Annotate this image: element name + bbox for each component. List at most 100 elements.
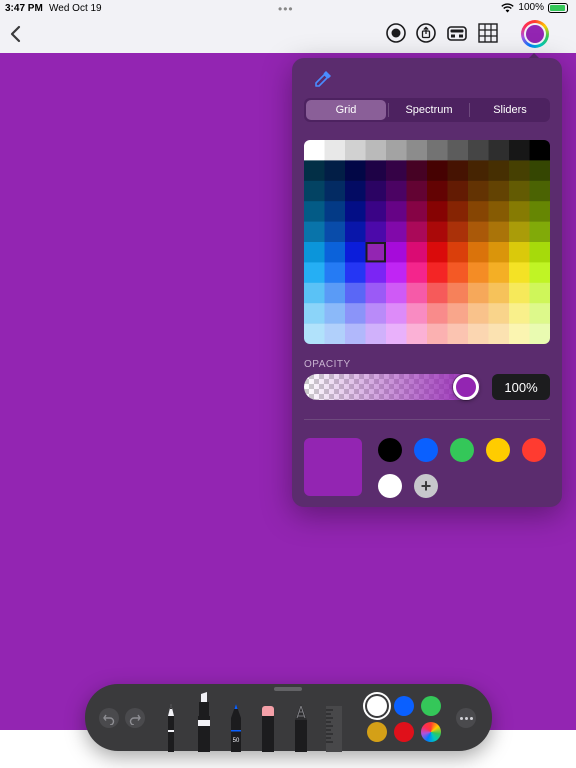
color-grid-cell[interactable] [406,221,428,243]
color-grid-cell[interactable] [447,140,469,161]
color-grid-cell[interactable] [386,323,407,344]
color-grid-cell[interactable] [365,180,387,202]
color-grid-cell[interactable] [386,282,407,304]
color-grid-cell[interactable] [365,262,387,284]
color-grid-cell[interactable] [324,140,346,161]
color-grid-cell[interactable] [386,140,407,161]
color-grid-cell[interactable] [324,323,346,344]
redo-icon[interactable] [125,708,145,728]
color-grid-cell[interactable] [304,140,325,161]
color-grid-cell[interactable] [468,201,489,222]
color-grid-cell[interactable] [427,160,448,182]
color-grid-cell[interactable] [529,160,551,182]
eyedropper-icon[interactable] [312,68,334,90]
color-grid-cell[interactable] [447,262,469,284]
saved-color-swatch[interactable] [486,438,510,462]
color-grid-cell[interactable] [304,262,325,284]
color-grid-cell[interactable] [509,221,530,243]
color-grid-cell[interactable] [345,282,366,304]
color-grid-cell[interactable] [529,282,551,304]
color-grid-cell[interactable] [427,201,448,222]
ruler-icon[interactable] [323,692,345,752]
color-grid-cell[interactable] [386,201,407,222]
color-grid-cell[interactable] [386,262,407,284]
color-grid-cell[interactable] [365,201,387,222]
color-grid-cell[interactable] [488,242,510,263]
color-grid-cell[interactable] [488,201,510,222]
color-grid-cell[interactable] [386,242,407,263]
color-grid-cell[interactable] [529,221,551,243]
color-grid-cell[interactable] [509,140,530,161]
undo-icon[interactable] [99,708,119,728]
color-grid-cell[interactable] [345,180,366,202]
color-grid[interactable] [304,140,550,344]
pen-icon[interactable] [163,692,179,752]
color-grid-cell[interactable] [468,303,489,324]
color-grid-cell[interactable] [304,323,325,344]
color-grid-cell[interactable] [345,221,366,243]
more-icon[interactable] [456,708,476,728]
palette-grabber[interactable] [274,687,302,691]
color-grid-cell[interactable] [427,303,448,324]
pencil-icon[interactable]: 50 [227,692,245,752]
palette-color-swatch[interactable] [394,696,414,716]
color-grid-cell[interactable] [509,282,530,304]
color-grid-cell[interactable] [529,201,551,222]
color-grid-cell[interactable] [304,242,325,263]
saved-color-swatch[interactable] [522,438,546,462]
saved-color-swatch[interactable] [378,474,402,498]
color-grid-cell[interactable] [386,180,407,202]
tab-spectrum[interactable]: Spectrum [389,98,469,122]
selected-grid-cell[interactable] [365,242,386,263]
color-grid-cell[interactable] [427,323,448,344]
color-well-icon[interactable] [521,20,549,48]
color-grid-cell[interactable] [509,323,530,344]
color-grid-cells[interactable] [304,140,550,344]
color-grid-cell[interactable] [406,323,428,344]
color-grid-cell[interactable] [365,160,387,182]
color-grid-cell[interactable] [447,160,469,182]
saved-color-swatch[interactable] [414,438,438,462]
color-grid-cell[interactable] [304,180,325,202]
color-grid-cell[interactable] [365,140,387,161]
color-grid-cell[interactable] [365,221,387,243]
color-grid-cell[interactable] [427,242,448,263]
color-grid-cell[interactable] [447,323,469,344]
color-grid-cell[interactable] [447,282,469,304]
color-grid-cell[interactable] [345,262,366,284]
color-grid-cell[interactable] [447,201,469,222]
color-grid-cell[interactable] [365,303,387,324]
color-grid-cell[interactable] [509,160,530,182]
color-grid-cell[interactable] [324,221,346,243]
color-grid-cell[interactable] [488,180,510,202]
color-grid-cell[interactable] [468,180,489,202]
color-grid-cell[interactable] [304,303,325,324]
color-grid-cell[interactable] [406,140,428,161]
color-grid-cell[interactable] [529,140,551,161]
grid-icon[interactable] [477,22,499,44]
color-grid-cell[interactable] [488,323,510,344]
color-grid-cell[interactable] [345,201,366,222]
color-grid-cell[interactable] [468,140,489,161]
color-grid-cell[interactable] [509,303,530,324]
color-grid-cell[interactable] [447,303,469,324]
record-icon[interactable] [385,22,407,44]
marker-icon[interactable] [195,692,213,752]
palette-color-swatch[interactable] [367,696,387,716]
color-grid-cell[interactable] [304,201,325,222]
lasso-icon[interactable] [292,692,310,752]
color-grid-cell[interactable] [324,201,346,222]
color-grid-cell[interactable] [529,180,551,202]
toolbox-icon[interactable] [446,22,468,44]
color-grid-cell[interactable] [529,323,551,344]
color-grid-cell[interactable] [468,262,489,284]
color-grid-cell[interactable] [406,160,428,182]
color-grid-cell[interactable] [427,221,448,243]
tab-sliders[interactable]: Sliders [470,98,550,122]
color-grid-cell[interactable] [447,242,469,263]
color-grid-cell[interactable] [324,262,346,284]
eraser-icon[interactable] [260,692,276,752]
palette-color-swatch[interactable] [394,722,414,742]
saved-color-swatch[interactable] [378,438,402,462]
color-grid-cell[interactable] [427,262,448,284]
